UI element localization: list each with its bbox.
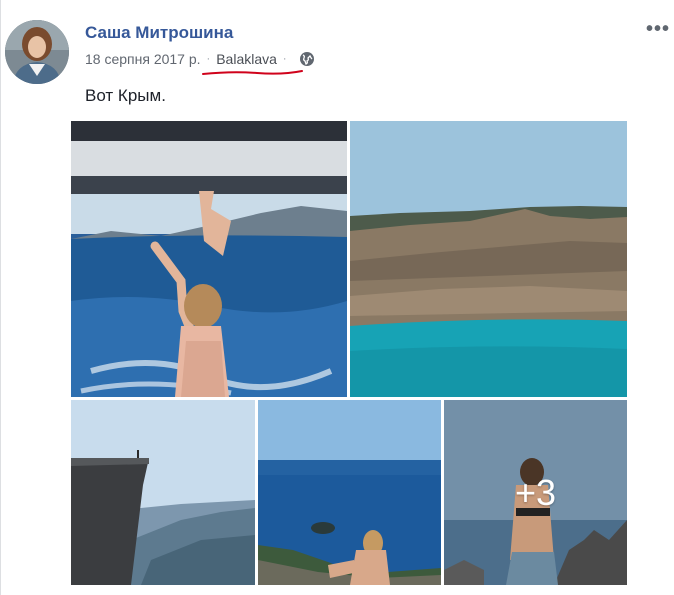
photo-5[interactable]: +3 xyxy=(444,400,627,585)
author-name[interactable]: Саша Митрошина xyxy=(85,23,233,43)
more-options-icon[interactable]: ••• xyxy=(646,19,670,39)
photo-3[interactable] xyxy=(71,400,255,585)
location-link[interactable]: Balaklava xyxy=(216,51,277,67)
post-date[interactable]: 18 серпня 2017 р. xyxy=(85,51,201,67)
more-photos-count[interactable]: +3 xyxy=(444,400,627,585)
meta-separator: · xyxy=(206,53,211,65)
post-meta: 18 серпня 2017 р. · Balaklava · xyxy=(85,51,315,67)
globe-icon[interactable] xyxy=(299,51,315,67)
post-text: Вот Крым. xyxy=(85,86,166,105)
photo-4[interactable] xyxy=(258,400,441,585)
avatar-image xyxy=(5,20,69,84)
post-card: Саша Митрошина 18 серпня 2017 р. · Balak… xyxy=(0,0,674,595)
photo-2[interactable] xyxy=(350,121,627,397)
avatar[interactable] xyxy=(5,20,69,84)
meta-separator: · xyxy=(282,53,287,65)
photo-1[interactable] xyxy=(71,121,347,397)
annotation-underline xyxy=(202,70,303,75)
